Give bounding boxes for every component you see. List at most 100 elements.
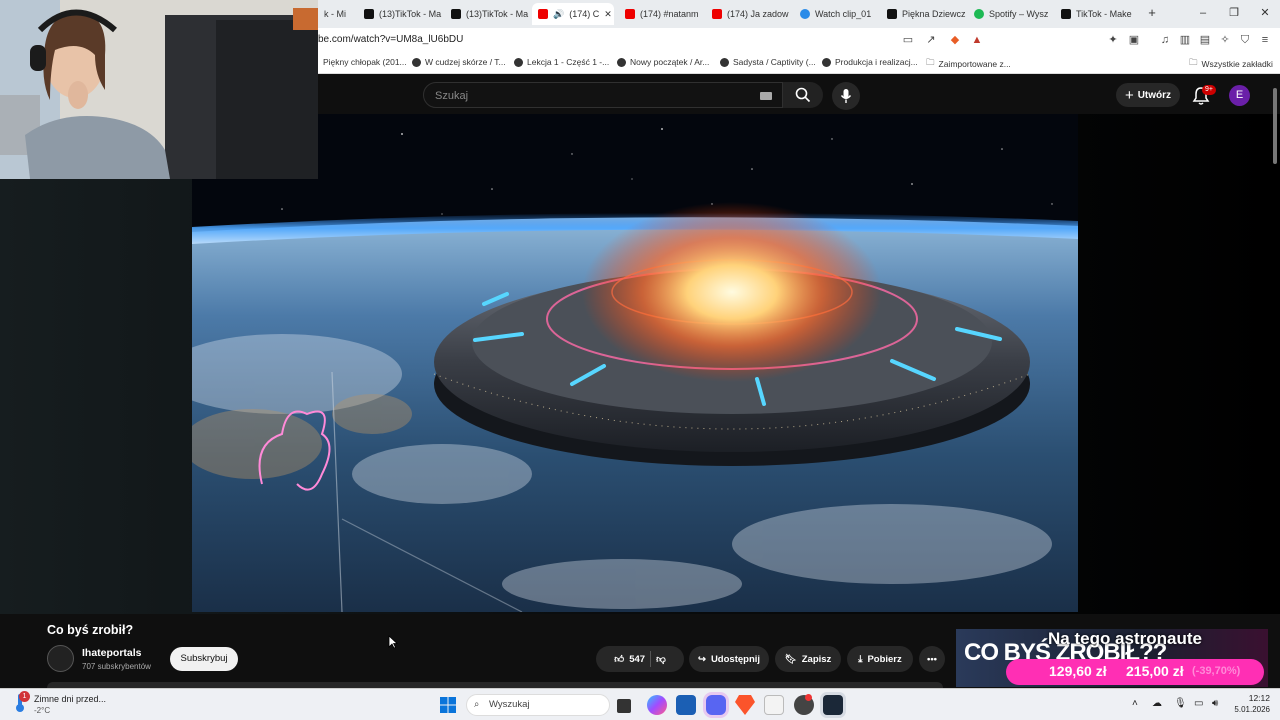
ad-banner[interactable]: CO BYŚ ZROBIŁ?? Na tego astronaute 129,6… [956, 629, 1268, 687]
music-icon[interactable]: ♫ [1158, 33, 1172, 47]
channel-name[interactable]: Ihateportals [82, 647, 142, 659]
browser-tab-active[interactable]: 🔊 (174) C ✕ [532, 3, 614, 25]
steam-icon[interactable] [823, 695, 843, 715]
bookmark-label: Nowy początek / Ar... [630, 57, 710, 67]
browser-tab[interactable]: k - Mi [318, 3, 358, 25]
windows-taskbar: 1 Zimne dni przed... -2°C ⌕ Wyszukaj ˄ ☁… [0, 688, 1280, 720]
screenshot-icon[interactable]: ▣ [1127, 33, 1141, 47]
browser-tab[interactable]: (174) Ja zadow [706, 3, 792, 25]
bookmark-item[interactable]: Piękny chłopak (201... [323, 57, 407, 67]
subscribe-button[interactable]: Subskrybuj [170, 647, 238, 671]
microsoft-store-icon[interactable] [676, 695, 696, 715]
clip-icon [800, 9, 810, 19]
search-button[interactable] [783, 82, 823, 108]
browser-tab[interactable]: Spotify – Wysz [968, 3, 1054, 25]
chevron-up-icon[interactable]: ˄ [1132, 698, 1138, 709]
share-button[interactable]: ↪ Udostępnij [689, 646, 769, 672]
more-actions-button[interactable]: ••• [919, 646, 945, 672]
search-input[interactable]: Szukaj [423, 82, 783, 108]
save-label: Zapisz [801, 653, 832, 665]
restore-icon[interactable]: ❐ [1227, 6, 1241, 20]
tab-label: (174) C [569, 9, 600, 19]
extensions-icon[interactable]: ✦ [1106, 33, 1120, 47]
network-icon[interactable]: ▭ [1194, 698, 1203, 709]
brave-browser-icon[interactable] [735, 695, 755, 715]
browser-tab[interactable]: (13)TikTok - Ma [358, 3, 444, 25]
share-label: Udostępnij [710, 653, 761, 665]
close-window-icon[interactable]: ✕ [1258, 6, 1272, 20]
divider [650, 651, 652, 667]
weather-title[interactable]: Zimne dni przed... [34, 694, 106, 704]
leo-icon[interactable]: ✧ [1218, 33, 1232, 47]
minimize-icon[interactable]: – [1196, 6, 1210, 20]
vpn-icon[interactable]: ⛉ [1238, 33, 1252, 47]
video-title: Co byś zrobił? [47, 623, 134, 637]
save-button[interactable]: 🔖︎ Zapisz [775, 646, 841, 672]
bookmark-item[interactable]: Produkcja i realizacj... [822, 57, 918, 67]
bookmark-icon [720, 57, 729, 67]
start-button[interactable] [440, 697, 456, 713]
bookmark-label: W cudzej skórze / T... [425, 57, 506, 67]
video-frame[interactable] [192, 114, 1078, 612]
taskbar-search-input[interactable]: ⌕ Wyszukaj [466, 694, 610, 716]
browser-tab[interactable]: (174) #natanm [619, 3, 705, 25]
taskbar-search-placeholder: Wyszukaj [489, 699, 530, 710]
like-count: 547 [629, 653, 646, 665]
clock-date[interactable]: 5.01.2026 [1226, 705, 1270, 714]
keyboard-icon[interactable] [760, 92, 772, 100]
ad-headline: Na tego astronaute [1048, 629, 1202, 648]
bookmark-label: Piękny chłopak (201... [323, 57, 407, 67]
copilot-icon[interactable] [647, 695, 667, 715]
bookmark-icon [822, 57, 831, 67]
share-icon[interactable]: ↗ [924, 33, 938, 47]
weather-temp: -2°C [34, 706, 51, 715]
task-view-icon[interactable] [617, 699, 631, 713]
account-avatar[interactable]: E [1229, 85, 1250, 106]
url-field[interactable]: be.com/watch?v=UM8a_lU6bDU [318, 34, 463, 45]
create-button[interactable]: + Utwórz [1116, 83, 1180, 107]
volume-icon[interactable]: 🔊︎ [1212, 698, 1218, 709]
bookmark-item[interactable]: Lekcja 1 - Część 1 -... [514, 57, 609, 67]
clock-time[interactable]: 12:12 [1234, 693, 1270, 703]
ufo-over-earth-image [192, 114, 1078, 612]
download-icon: ⤓ [858, 653, 863, 665]
tiktok-icon [364, 9, 374, 19]
bookmark-item[interactable]: Sadysta / Captivity (... [720, 57, 816, 67]
bookmark-item[interactable]: Nowy początek / Ar... [617, 57, 709, 67]
browser-tab[interactable]: Piękna Dziewcz [881, 3, 967, 25]
all-bookmarks-folder[interactable]: 🗀 Wszystkie zakładki [1189, 57, 1273, 71]
bookmark-folder[interactable]: 🗀 Zaimportowane z... [926, 57, 1011, 71]
discord-icon[interactable] [706, 695, 726, 715]
tab-label: Piękna Dziewcz [902, 9, 966, 19]
notepad-icon[interactable] [764, 695, 784, 715]
tab-label: Spotify – Wysz [989, 9, 1049, 19]
download-button[interactable]: ⤓ Pobierz [847, 646, 913, 672]
page-scrollbar[interactable] [1273, 88, 1277, 164]
sidebar-icon[interactable]: ▥ [1178, 33, 1192, 47]
dislike-button[interactable]: 👎︎ [656, 653, 666, 665]
video-player-area [0, 88, 1280, 614]
browser-tab[interactable]: (13)TikTok - Ma [445, 3, 531, 25]
bookmark-item[interactable]: W cudzej skórze / T... [412, 57, 506, 67]
cast-icon[interactable]: ▭ [901, 33, 915, 47]
tab-label: k - Mi [324, 9, 346, 19]
tab-label: (174) #natanm [640, 9, 699, 19]
microphone-icon [840, 89, 852, 103]
bookmark-icon [412, 57, 421, 67]
cloud-sync-icon[interactable]: ☁ [1152, 698, 1162, 709]
microphone-icon[interactable]: 🎙︎ [1174, 698, 1187, 709]
wallet-icon[interactable]: ▤ [1198, 33, 1212, 47]
like-button[interactable]: 👍︎ 547 [614, 653, 646, 666]
rewards-icon[interactable]: ▲ [970, 33, 984, 47]
plus-icon: + [1124, 86, 1134, 104]
brave-shield-icon[interactable]: ◆ [948, 33, 962, 47]
tab-close-icon[interactable]: ✕ [604, 9, 612, 20]
new-tab-button[interactable]: + [1145, 6, 1159, 20]
browser-tab[interactable]: Watch clip_01 [794, 3, 880, 25]
channel-avatar[interactable] [47, 645, 74, 672]
tiktok-icon [451, 9, 461, 19]
browser-tab[interactable]: TikTok - Make [1055, 3, 1137, 25]
tab-label: (13)TikTok - Ma [466, 9, 529, 19]
menu-icon[interactable]: ≡ [1258, 33, 1272, 47]
voice-search-button[interactable] [832, 82, 860, 110]
